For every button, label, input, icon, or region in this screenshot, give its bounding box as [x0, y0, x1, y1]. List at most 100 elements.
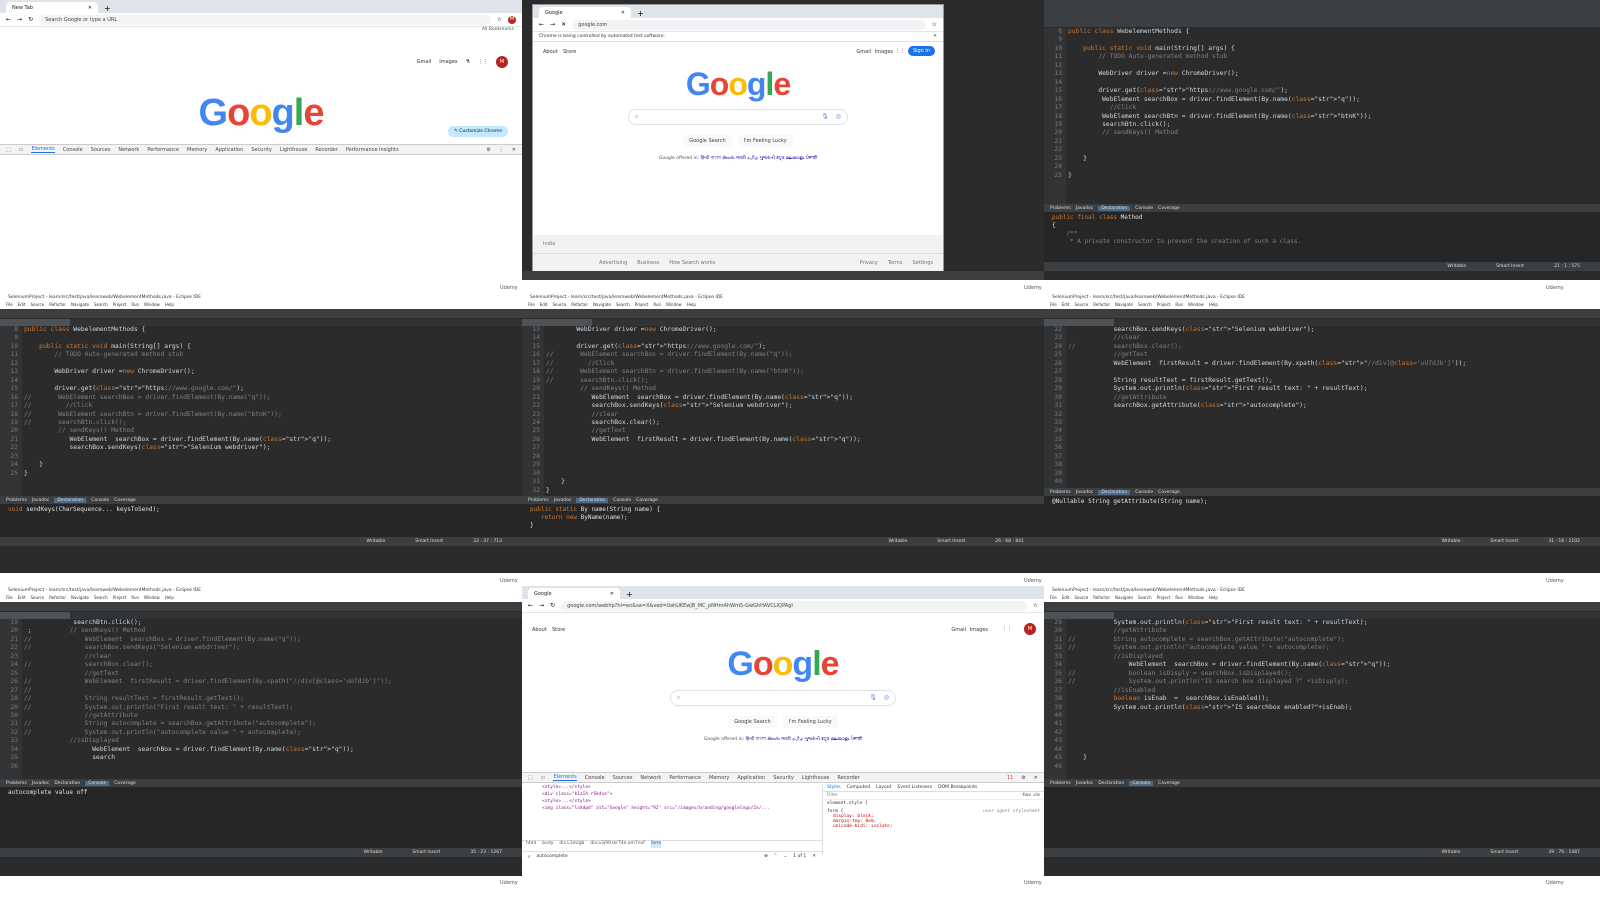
- browser-tab[interactable]: Google ✕: [539, 7, 631, 18]
- devtools-tab-application[interactable]: Application: [737, 775, 765, 781]
- profile-avatar[interactable]: M: [496, 56, 508, 68]
- devtools-tab-memory[interactable]: Memory: [709, 775, 729, 781]
- console-tab[interactable]: Console: [1135, 206, 1153, 211]
- menu-source[interactable]: Source: [30, 302, 44, 309]
- inspect-icon[interactable]: ⬚: [528, 775, 533, 781]
- lang-link[interactable]: हिन्दी: [746, 737, 755, 742]
- dom-line[interactable]: <img class="lnXdpd" alt="Google" height=…: [542, 805, 822, 812]
- menu-help[interactable]: Help: [687, 302, 696, 309]
- labs-icon[interactable]: ⚗: [466, 59, 470, 65]
- problems-tab[interactable]: Problems: [528, 498, 549, 503]
- devtools-tab-console[interactable]: Console: [585, 775, 605, 781]
- crumb[interactable]: div.o3j99.ikrT4e.om7nvf: [590, 841, 645, 848]
- coverage-tab[interactable]: Coverage: [636, 498, 658, 503]
- menu-project[interactable]: Project: [635, 302, 649, 309]
- forward-icon[interactable]: →: [550, 21, 555, 28]
- menu-file[interactable]: File: [1050, 595, 1057, 602]
- crumb[interactable]: form: [650, 841, 662, 848]
- devtools-tab-elements[interactable]: Elements: [553, 774, 577, 781]
- lang-link[interactable]: தமிழ்: [747, 156, 758, 161]
- menu-file[interactable]: File: [6, 595, 13, 602]
- device-icon[interactable]: ▭: [541, 775, 546, 781]
- menu-search[interactable]: Search: [616, 302, 630, 309]
- lang-link[interactable]: বাংলা: [711, 156, 721, 161]
- menu-project[interactable]: Project: [1157, 595, 1171, 602]
- reload-icon[interactable]: ↻: [28, 16, 33, 23]
- menu-search[interactable]: Search: [1138, 595, 1152, 602]
- menu-project[interactable]: Project: [1157, 302, 1171, 309]
- close-find-icon[interactable]: ✕: [812, 854, 822, 859]
- menu-navigate[interactable]: Navigate: [71, 595, 89, 602]
- google-search-button[interactable]: Google Search: [683, 135, 732, 147]
- menu-source[interactable]: Source: [30, 595, 44, 602]
- new-tab-icon[interactable]: +: [104, 4, 111, 13]
- new-tab-icon[interactable]: +: [626, 590, 633, 599]
- menu-refactor[interactable]: Refactor: [49, 595, 66, 602]
- lang-link[interactable]: മലയാളം: [786, 156, 805, 161]
- editor-tab[interactable]: [0, 612, 522, 619]
- advertising-link[interactable]: Advertising: [599, 260, 627, 266]
- lang-link[interactable]: ਪੰਜਾਬੀ: [806, 156, 817, 161]
- dom-line[interactable]: <style>...</style>: [542, 784, 822, 791]
- lang-link[interactable]: हिन्दी: [701, 156, 710, 161]
- declaration-tab[interactable]: Declaration: [576, 497, 609, 503]
- hov-cls-toggle[interactable]: :hov .cls: [1021, 793, 1040, 798]
- lens-icon[interactable]: ◎: [884, 694, 889, 701]
- declaration-tab[interactable]: Declaration: [54, 497, 87, 503]
- menu-file[interactable]: File: [528, 302, 535, 309]
- clear-icon[interactable]: ⊗: [764, 854, 768, 859]
- error-badge[interactable]: 11: [1007, 775, 1013, 781]
- problems-tab[interactable]: Problems: [6, 781, 27, 786]
- menu-navigate[interactable]: Navigate: [593, 302, 611, 309]
- search-box[interactable]: ⌕ 🎙 ◎: [628, 109, 848, 125]
- dom-line[interactable]: <style>...</style>: [542, 798, 822, 805]
- close-devtools-icon[interactable]: ✕: [512, 147, 522, 153]
- lang-link[interactable]: தமிழ்: [792, 737, 803, 742]
- menu-run[interactable]: Run: [1175, 595, 1183, 602]
- menu-navigate[interactable]: Navigate: [71, 302, 89, 309]
- devtools-tab-security[interactable]: Security: [773, 775, 794, 781]
- about-link[interactable]: About: [532, 627, 547, 633]
- menu-navigate[interactable]: Navigate: [1115, 302, 1133, 309]
- code-editor[interactable]: 13 14 15 16 17 18 19 20 21 22 23 24 25 26 27 28 29 30 31 32…: [522, 326, 1044, 496]
- menu-edit[interactable]: Edit: [18, 595, 26, 602]
- menu-source[interactable]: Source: [1074, 595, 1088, 602]
- devtools-tab-performance[interactable]: Performance: [669, 775, 701, 781]
- javadoc-tab[interactable]: Javadoc: [32, 781, 50, 786]
- gmail-link[interactable]: Gmail: [951, 627, 966, 633]
- menu-run[interactable]: Run: [1175, 302, 1183, 309]
- menu-refactor[interactable]: Refactor: [571, 302, 588, 309]
- coverage-tab[interactable]: Coverage: [114, 781, 136, 786]
- devtools-tab-application[interactable]: Application: [215, 147, 243, 153]
- search-box[interactable]: ⌕ 🎙 ◎: [670, 690, 896, 706]
- console-tab[interactable]: Console: [1129, 780, 1154, 786]
- menu-search[interactable]: Search: [94, 302, 108, 309]
- declaration-tab[interactable]: Declaration: [54, 781, 80, 786]
- javadoc-tab[interactable]: Javadoc: [32, 498, 50, 503]
- coverage-tab[interactable]: Coverage: [1158, 781, 1180, 786]
- star-icon[interactable]: ☆: [932, 21, 937, 28]
- lang-link[interactable]: ಕನ್ನಡ: [821, 737, 829, 742]
- lang-link[interactable]: ગુજરાતી: [760, 156, 775, 161]
- lang-link[interactable]: मराठी: [736, 156, 745, 161]
- code-editor[interactable]: 8 9 10 11 12 13 14 15 16 17 18 19 20 21 22 23 24 25 publi…: [0, 326, 522, 496]
- star-icon[interactable]: ☆: [497, 16, 502, 23]
- lang-link[interactable]: తెలుగు: [767, 737, 779, 742]
- business-link[interactable]: Business: [637, 260, 659, 266]
- lang-link[interactable]: ਪੰਜਾਬੀ: [851, 737, 862, 742]
- sign-in-button[interactable]: Sign in: [907, 46, 935, 56]
- lang-link[interactable]: తెలుగు: [722, 156, 734, 161]
- devtools-tab-performance[interactable]: Performance: [147, 147, 179, 153]
- menu-run[interactable]: Run: [131, 595, 139, 602]
- editor-tab[interactable]: [1044, 319, 1600, 326]
- dom-line[interactable]: <div class="k1zIA rSk4se">: [542, 791, 822, 798]
- devtools-tab-console[interactable]: Console: [63, 147, 83, 153]
- close-icon[interactable]: ✕: [621, 10, 625, 16]
- customize-chrome-button[interactable]: ✎ Customize Chrome: [448, 126, 508, 137]
- back-icon[interactable]: ←: [528, 602, 533, 609]
- styles-tab[interactable]: Styles: [827, 785, 841, 790]
- problems-tab[interactable]: Problems: [1050, 490, 1071, 495]
- menu-source[interactable]: Source: [552, 302, 566, 309]
- mic-icon[interactable]: 🎙: [869, 694, 877, 701]
- devtools-tab-elements[interactable]: Elements: [31, 146, 55, 153]
